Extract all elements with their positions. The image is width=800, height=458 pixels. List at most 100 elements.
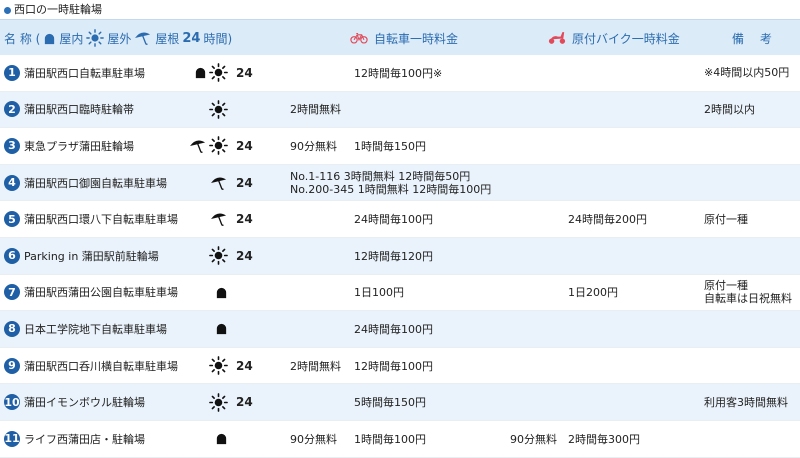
- sun-icon: [209, 63, 228, 83]
- note-cell: 原付一種 自転車は日祝無料: [704, 275, 792, 311]
- hours-24-indicator: 24: [236, 212, 253, 227]
- facility-type-icons: [184, 384, 228, 420]
- header-bike-fee-label: 自転車一時料金: [374, 31, 459, 46]
- facility-name-cell: 5 蒲田駅西口環八下自転車駐車場: [4, 201, 178, 237]
- bullet-dot-icon: [4, 6, 11, 14]
- bike-fee-line-1: No.1-116 3時間無料 12時間毎50円: [290, 169, 471, 183]
- bike-free-period: 2時間無料: [290, 103, 341, 117]
- header-hours-24: 24: [182, 30, 201, 46]
- moto-fee: 24時間毎200円: [568, 213, 647, 227]
- note-cell: 2時間以内: [704, 92, 755, 128]
- header-name-label: 名 称 (: [4, 31, 41, 46]
- umbrella-icon: [210, 211, 228, 227]
- umbrella-icon: [189, 138, 207, 154]
- header-indoor-label: 屋内: [59, 31, 84, 46]
- table-row: 2 蒲田駅西口臨時駐輪帯 2時間無料 2時間以内: [0, 91, 800, 129]
- note-cell: ※4時間以内50円: [704, 55, 789, 91]
- table-row: 6 Parking in 蒲田駅前駐輪場 24 12時間毎120円: [0, 237, 800, 275]
- facility-name[interactable]: 蒲田駅西口自転車駐車場: [24, 65, 145, 81]
- table-row: 7 蒲田駅西蒲田公園自転車駐車場 1日100円 1日200円 原付一種 自転車は日…: [0, 275, 800, 312]
- header-roof-label: 屋根: [155, 31, 180, 46]
- bike-free-period: 2時間無料: [290, 359, 341, 373]
- scooter-icon: [548, 31, 566, 45]
- table-header: 名 称 ( 屋内 屋外 屋根 24 時間) 自転車一時料金 原付バイク一時料金 …: [0, 19, 800, 55]
- bike-fee: 1日100円: [354, 286, 404, 300]
- umbrella-icon: [210, 175, 228, 191]
- facility-type-icons: [184, 238, 228, 274]
- note-line-2: 自転車は日祝無料: [704, 292, 792, 306]
- table-row: 10 蒲田イモンボウル駐輪場 24 5時間毎150円 利用客3時間無料: [0, 384, 800, 421]
- hours-24-indicator: 24: [236, 248, 253, 263]
- indoor-icon: [43, 32, 56, 45]
- section-title: 西口の一時駐輪場: [4, 2, 102, 18]
- header-moto-fee: 原付バイク一時料金: [548, 20, 680, 56]
- facility-number-badge: 11: [4, 430, 20, 447]
- bike-fee: 5時間毎150円: [354, 396, 426, 410]
- moto-fee: 2時間毎300円: [568, 432, 640, 446]
- facility-name-cell: 2 蒲田駅西口臨時駐輪帯: [4, 92, 134, 128]
- bike-fee-multi: No.1-116 3時間無料 12時間毎50円 No.200-345 1時間無料…: [290, 165, 491, 201]
- sun-icon: [209, 356, 228, 375]
- facility-name-cell: 4 蒲田駅西口御園自転車駐車場: [4, 165, 167, 201]
- facility-number-badge: 10: [4, 394, 20, 411]
- facility-name[interactable]: 蒲田駅西口御園自転車駐車場: [24, 175, 167, 191]
- facility-name-cell: 6 Parking in 蒲田駅前駐輪場: [4, 238, 159, 274]
- header-note: 備 考: [732, 31, 778, 46]
- bicycle-icon: [350, 32, 368, 44]
- note-cell: 原付一種: [704, 201, 748, 237]
- facility-name[interactable]: Parking in 蒲田駅前駐輪場: [24, 248, 159, 264]
- facility-type-icons: [184, 92, 228, 128]
- facility-name[interactable]: 蒲田イモンボウル駐輪場: [24, 394, 145, 410]
- sun-icon: [209, 136, 228, 156]
- indoor-icon: [215, 432, 228, 445]
- facility-name[interactable]: ライフ西蒲田店・駐輪場: [24, 431, 145, 447]
- bike-fee: 24時間毎100円: [354, 322, 433, 336]
- facility-number-badge: 2: [4, 101, 20, 118]
- table-row: 4 蒲田駅西口御園自転車駐車場 24 No.1-116 3時間無料 12時間毎5…: [0, 164, 800, 202]
- facility-number-badge: 4: [4, 174, 20, 191]
- umbrella-icon: [134, 30, 152, 46]
- facility-name-cell: 3 東急プラザ蒲田駐輪場: [4, 128, 134, 164]
- sun-icon: [86, 29, 105, 47]
- note-line-1: 利用客3時間無料: [704, 395, 788, 409]
- facility-name-cell: 10 蒲田イモンボウル駐輪場: [4, 384, 145, 420]
- bike-free-period: 90分無料: [290, 139, 337, 153]
- table-row: 3 東急プラザ蒲田駐輪場 24 90分無料 1時間毎150円: [0, 128, 800, 165]
- moto-free-period: 90分無料: [510, 432, 557, 446]
- hours-24-indicator: 24: [236, 395, 253, 410]
- facility-number-badge: 1: [4, 64, 20, 81]
- facility-type-icons: [184, 348, 228, 384]
- facility-name[interactable]: 蒲田駅西口臨時駐輪帯: [24, 101, 134, 117]
- facility-name-cell: 7 蒲田駅西蒲田公園自転車駐車場: [4, 275, 178, 311]
- moto-fee: 1日200円: [568, 286, 618, 300]
- facility-name-cell: 9 蒲田駅西口呑川横自転車駐車場: [4, 348, 178, 384]
- note-line-1: 原付一種: [704, 279, 748, 293]
- indoor-icon: [215, 286, 228, 299]
- table-row: 8 日本工学院地下自転車駐車場 24時間毎100円: [0, 311, 800, 348]
- indoor-icon: [215, 322, 228, 335]
- facility-name[interactable]: 蒲田駅西口呑川横自転車駐車場: [24, 358, 178, 374]
- table-row: 9 蒲田駅西口呑川横自転車駐車場 24 2時間無料 12時間毎100円: [0, 348, 800, 385]
- facility-name[interactable]: 蒲田駅西蒲田公園自転車駐車場: [24, 284, 178, 300]
- bike-fee-line-2: No.200-345 1時間無料 12時間毎100円: [290, 182, 492, 196]
- facility-name[interactable]: 日本工学院地下自転車駐車場: [24, 321, 167, 337]
- table-row: 5 蒲田駅西口環八下自転車駐車場 24 24時間毎100円 24時間毎200円 原付…: [0, 201, 800, 238]
- facility-number-badge: 6: [4, 247, 20, 264]
- facility-name-cell: 11 ライフ西蒲田店・駐輪場: [4, 421, 145, 457]
- table-row: 1 蒲田駅西口自転車駐車場 24 12時間毎100円※ ※4時間以内50円: [0, 55, 800, 92]
- facility-type-icons: [184, 421, 228, 457]
- facility-number-badge: 8: [4, 320, 20, 337]
- sun-icon: [209, 392, 228, 412]
- hours-24-indicator: 24: [236, 358, 253, 373]
- parking-table: 1 蒲田駅西口自転車駐車場 24 12時間毎100円※ ※4時間以内50円 2 蒲…: [0, 55, 800, 458]
- bike-fee: 12時間毎120円: [354, 249, 433, 263]
- facility-name[interactable]: 蒲田駅西口環八下自転車駐車場: [24, 211, 178, 227]
- sun-icon: [209, 100, 228, 119]
- sun-icon: [209, 246, 228, 266]
- facility-type-icons: [184, 165, 228, 201]
- facility-type-icons: [184, 55, 228, 91]
- note-line-1: 2時間以内: [704, 102, 755, 116]
- facility-number-badge: 5: [4, 211, 20, 228]
- facility-name[interactable]: 東急プラザ蒲田駐輪場: [24, 138, 134, 154]
- header-moto-fee-label: 原付バイク一時料金: [572, 31, 680, 46]
